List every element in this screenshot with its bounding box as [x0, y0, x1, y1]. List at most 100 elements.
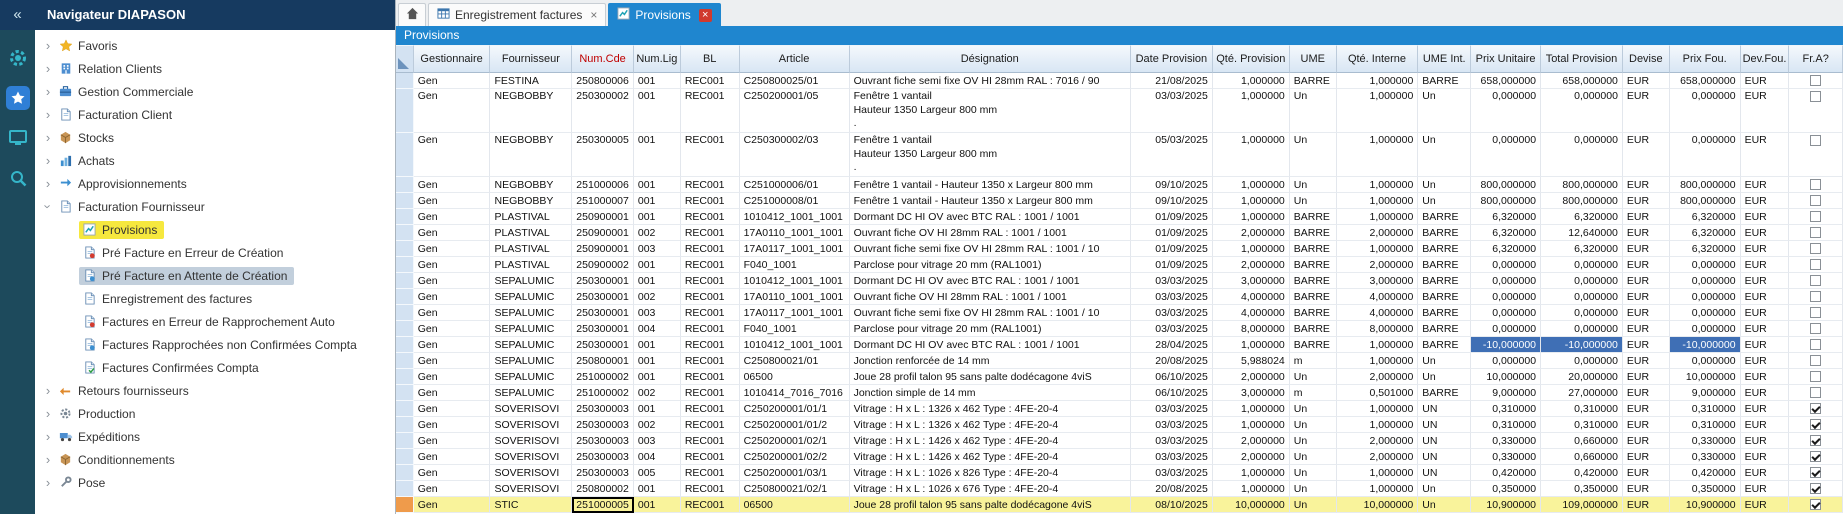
row-selector[interactable]	[396, 401, 414, 417]
sidebar-item-pre-facture-en-erreur-de-creation[interactable]: Pré Facture en Erreur de Création	[35, 241, 395, 264]
grid-cell-gestionnaire[interactable]: Gen	[414, 337, 491, 353]
grid-cell-gestionnaire[interactable]: Gen	[414, 193, 491, 209]
grid-cell-bl[interactable]: REC001	[681, 273, 740, 289]
grid-cell-prix-unitaire[interactable]: 0,330000	[1471, 433, 1541, 449]
grid-cell-fournisseur[interactable]: NEGBOBBY	[490, 193, 572, 209]
grid-cell-num-cde[interactable]: 251000002	[572, 385, 634, 401]
grid-cell-num-cde[interactable]: 251000006	[572, 177, 634, 193]
grid-cell-gestionnaire[interactable]: Gen	[414, 209, 491, 225]
grid-cell-total-provision[interactable]: 800,000000	[1541, 177, 1623, 193]
grid-cell-devise[interactable]: EUR	[1623, 133, 1670, 177]
grid-cell-ume[interactable]: Un	[1290, 89, 1337, 133]
grid-cell-num-lig[interactable]: 001	[634, 497, 681, 513]
row-selector[interactable]	[396, 89, 414, 133]
grid-cell-prix-unitaire[interactable]: 0,000000	[1471, 257, 1541, 273]
grid-cell-qte-interne[interactable]: 2,000000	[1337, 225, 1419, 241]
row-selector[interactable]	[396, 449, 414, 465]
grid-cell-fournisseur[interactable]: SOVERISOVI	[490, 401, 572, 417]
select-all-corner[interactable]	[396, 45, 414, 73]
grid-cell-total-provision[interactable]: 800,000000	[1541, 193, 1623, 209]
grid-cell-ume[interactable]: Un	[1290, 369, 1337, 385]
grid-cell-fournisseur[interactable]: SEPALUMIC	[490, 273, 572, 289]
row-selector[interactable]	[396, 289, 414, 305]
grid-cell-date-provision[interactable]: 03/03/2025	[1131, 89, 1213, 133]
grid-cell-ume[interactable]: BARRE	[1290, 257, 1337, 273]
grid-cell-qte-provision[interactable]: 4,000000	[1213, 305, 1290, 321]
checkbox-checked[interactable]	[1810, 435, 1821, 446]
grid-cell-gestionnaire[interactable]: Gen	[414, 225, 491, 241]
grid-cell-gestionnaire[interactable]: Gen	[414, 73, 491, 89]
checkbox-unchecked[interactable]	[1810, 195, 1821, 206]
grid-cell-dev-fou[interactable]: EUR	[1741, 289, 1790, 305]
grid-cell-designation[interactable]: Joue 28 profil talon 95 sans palte dodéc…	[850, 497, 1131, 513]
column-header-article[interactable]: Article	[740, 45, 850, 73]
grid-cell-gestionnaire[interactable]: Gen	[414, 433, 491, 449]
grid-cell-qte-provision[interactable]: 1,000000	[1213, 401, 1290, 417]
grid-cell-bl[interactable]: REC001	[681, 73, 740, 89]
grid-cell-dev-fou[interactable]: EUR	[1741, 481, 1790, 497]
grid-cell-ume-int[interactable]: Un	[1418, 369, 1471, 385]
grid-cell-num-lig[interactable]: 002	[634, 225, 681, 241]
grid-cell-ume-int[interactable]: BARRE	[1418, 209, 1471, 225]
grid-cell-gestionnaire[interactable]: Gen	[414, 497, 491, 513]
monitor-icon[interactable]	[6, 126, 30, 150]
grid-cell-fournisseur[interactable]: NEGBOBBY	[490, 89, 572, 133]
grid-cell-ume-int[interactable]: Un	[1418, 497, 1471, 513]
grid-cell-designation[interactable]: Fenêtre 1 vantail - Hauteur 1350 x Large…	[850, 193, 1131, 209]
grid-cell-prix-unitaire[interactable]: 0,000000	[1471, 305, 1541, 321]
grid-cell-qte-provision[interactable]: 1,000000	[1213, 133, 1290, 177]
grid-cell-prix-fou[interactable]: 0,000000	[1670, 133, 1741, 177]
grid-cell-fournisseur[interactable]: SOVERISOVI	[490, 481, 572, 497]
grid-cell-num-cde[interactable]: 250300001	[572, 273, 634, 289]
grid-cell-num-cde[interactable]: 250900001	[572, 225, 634, 241]
grid-cell-article[interactable]: C251000008/01	[740, 193, 850, 209]
grid-cell-date-provision[interactable]: 03/03/2025	[1131, 289, 1213, 305]
grid-cell-bl[interactable]: REC001	[681, 225, 740, 241]
sidebar-item-pre-facture-en-attente-de-creation[interactable]: Pré Facture en Attente de Création	[35, 264, 395, 287]
checkbox-unchecked[interactable]	[1810, 323, 1821, 334]
grid-cell-qte-provision[interactable]: 10,000000	[1213, 497, 1290, 513]
grid-cell-prix-fou[interactable]: 6,320000	[1670, 241, 1741, 257]
grid-cell-fournisseur[interactable]: SEPALUMIC	[490, 321, 572, 337]
grid-cell-num-lig[interactable]: 001	[634, 353, 681, 369]
row-selector[interactable]	[396, 273, 414, 289]
grid-cell-qte-provision[interactable]: 3,000000	[1213, 385, 1290, 401]
grid-cell-prix-unitaire[interactable]: 0,350000	[1471, 481, 1541, 497]
tab-close-icon[interactable]: ×	[699, 9, 712, 22]
grid-cell-num-cde[interactable]: 251000007	[572, 193, 634, 209]
grid-cell-num-cde[interactable]: 250300001	[572, 337, 634, 353]
chevron-right-icon[interactable]: ›	[41, 476, 55, 489]
grid-cell-total-provision[interactable]: 0,000000	[1541, 257, 1623, 273]
grid-cell-prix-fou[interactable]: 658,000000	[1670, 73, 1741, 89]
chevron-right-icon[interactable]: ›	[41, 131, 55, 144]
column-header-num-lig[interactable]: Num.Lig	[634, 45, 681, 73]
grid-cell-ume-int[interactable]: Un	[1418, 89, 1471, 133]
grid-cell-qte-interne[interactable]: 1,000000	[1337, 337, 1419, 353]
grid-cell-total-provision[interactable]: 0,000000	[1541, 133, 1623, 177]
grid-cell-qte-interne[interactable]: 1,000000	[1337, 465, 1419, 481]
tab-home[interactable]	[398, 3, 426, 26]
grid-cell-num-cde[interactable]: 250800002	[572, 481, 634, 497]
grid-cell-date-provision[interactable]: 06/10/2025	[1131, 385, 1213, 401]
grid-cell-date-provision[interactable]: 03/03/2025	[1131, 305, 1213, 321]
grid-cell-devise[interactable]: EUR	[1623, 89, 1670, 133]
checkbox-unchecked[interactable]	[1810, 259, 1821, 270]
grid-cell-qte-provision[interactable]: 2,000000	[1213, 433, 1290, 449]
grid-cell-dev-fou[interactable]: EUR	[1741, 385, 1790, 401]
grid-cell-prix-unitaire[interactable]: 6,320000	[1471, 209, 1541, 225]
column-header-total-provision[interactable]: Total Provision	[1541, 45, 1623, 73]
row-selector[interactable]	[396, 369, 414, 385]
grid-cell-ume-int[interactable]: BARRE	[1418, 289, 1471, 305]
sidebar-item-provisions[interactable]: Provisions	[35, 218, 395, 241]
grid-cell-prix-fou[interactable]: 800,000000	[1670, 193, 1741, 209]
grid-cell-article[interactable]: C250200001/01/2	[740, 417, 850, 433]
grid-cell-date-provision[interactable]: 20/08/2025	[1131, 481, 1213, 497]
grid-cell-prix-unitaire[interactable]: 0,000000	[1471, 89, 1541, 133]
row-selector[interactable]	[396, 337, 414, 353]
chevron-right-icon[interactable]: ›	[41, 62, 55, 75]
grid-cell-prix-unitaire[interactable]: 658,000000	[1471, 73, 1541, 89]
grid-cell-num-cde[interactable]: 250900001	[572, 241, 634, 257]
sidebar-item-factures-en-erreur-de-rapprochement-auto[interactable]: Factures en Erreur de Rapprochement Auto	[35, 310, 395, 333]
grid-cell-ume-int[interactable]: Un	[1418, 193, 1471, 209]
chevron-right-icon[interactable]: ›	[41, 407, 55, 420]
